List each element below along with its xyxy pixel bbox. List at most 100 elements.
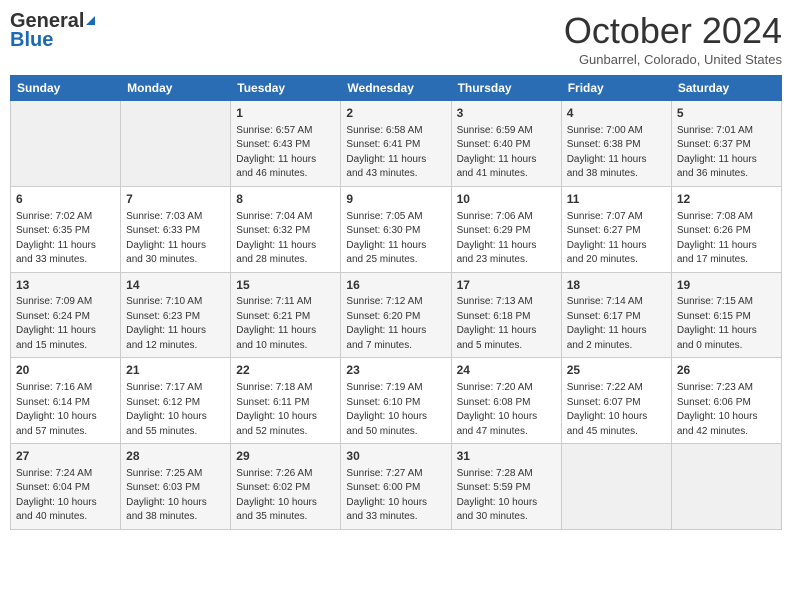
calendar-cell: 3Sunrise: 6:59 AM Sunset: 6:40 PM Daylig… xyxy=(451,101,561,187)
calendar-cell: 8 Sunrise: 7:04 AM Sunset: 6:32 PM Daylig… xyxy=(231,186,341,272)
calendar-week-5: 27Sunrise: 7:24 AM Sunset: 6:04 PM Dayli… xyxy=(11,444,782,530)
day-content: Sunrise: 7:14 AM Sunset: 6:17 PM Dayligh… xyxy=(567,295,666,353)
day-number: 10 xyxy=(457,191,556,208)
day-content: Sunrise: 7:12 AM Sunset: 6:20 PM Dayligh… xyxy=(346,295,445,353)
calendar-cell: 24Sunrise: 7:20 AM Sunset: 6:08 PM Dayli… xyxy=(451,358,561,444)
day-content: Sunrise: 7:01 AM Sunset: 6:37 PM Dayligh… xyxy=(677,124,776,182)
month-title: October 2024 xyxy=(564,10,782,52)
day-number: 30 xyxy=(346,448,445,465)
day-number: 11 xyxy=(567,191,666,208)
header-day-saturday: Saturday xyxy=(671,76,781,101)
calendar-cell: 17Sunrise: 7:13 AM Sunset: 6:18 PM Dayli… xyxy=(451,272,561,358)
header-day-friday: Friday xyxy=(561,76,671,101)
calendar-week-4: 20 Sunrise: 7:16 AM Sunset: 6:14 PM Dayli… xyxy=(11,358,782,444)
calendar-cell: 13Sunrise: 7:09 AM Sunset: 6:24 PM Dayli… xyxy=(11,272,121,358)
day-content: Sunrise: 7:06 AM Sunset: 6:29 PM Dayligh… xyxy=(457,210,556,268)
day-number: 17 xyxy=(457,277,556,294)
header-day-monday: Monday xyxy=(121,76,231,101)
day-number: 14 xyxy=(126,277,225,294)
day-content: Sunrise: 7:05 AM Sunset: 6:30 PM Dayligh… xyxy=(346,210,445,268)
day-content: Sunrise: 7:18 AM Sunset: 6:11 PM Dayligh… xyxy=(236,381,335,439)
day-content: Sunrise: 7:09 AM Sunset: 6:24 PM Dayligh… xyxy=(16,295,115,353)
calendar-cell: 4 Sunrise: 7:00 AM Sunset: 6:38 PM Daylig… xyxy=(561,101,671,187)
logo-blue-text: Blue xyxy=(10,29,53,52)
calendar-cell: 14Sunrise: 7:10 AM Sunset: 6:23 PM Dayli… xyxy=(121,272,231,358)
calendar-cell: 7 Sunrise: 7:03 AM Sunset: 6:33 PM Daylig… xyxy=(121,186,231,272)
day-number: 24 xyxy=(457,362,556,379)
day-content: Sunrise: 7:19 AM Sunset: 6:10 PM Dayligh… xyxy=(346,381,445,439)
day-number: 3 xyxy=(457,105,556,122)
calendar-cell: 31Sunrise: 7:28 AM Sunset: 5:59 PM Dayli… xyxy=(451,444,561,530)
title-block: October 2024 Gunbarrel, Colorado, United… xyxy=(564,10,782,67)
day-content: Sunrise: 7:27 AM Sunset: 6:00 PM Dayligh… xyxy=(346,467,445,525)
day-content: Sunrise: 7:02 AM Sunset: 6:35 PM Dayligh… xyxy=(16,210,115,268)
calendar-cell xyxy=(121,101,231,187)
day-number: 20 xyxy=(16,362,115,379)
day-number: 22 xyxy=(236,362,335,379)
calendar-cell: 10 Sunrise: 7:06 AM Sunset: 6:29 PM Dayli… xyxy=(451,186,561,272)
calendar-cell: 29 Sunrise: 7:26 AM Sunset: 6:02 PM Dayli… xyxy=(231,444,341,530)
calendar-cell: 5Sunrise: 7:01 AM Sunset: 6:37 PM Daylig… xyxy=(671,101,781,187)
calendar-cell: 12Sunrise: 7:08 AM Sunset: 6:26 PM Dayli… xyxy=(671,186,781,272)
day-content: Sunrise: 7:08 AM Sunset: 6:26 PM Dayligh… xyxy=(677,210,776,268)
header-day-sunday: Sunday xyxy=(11,76,121,101)
day-content: Sunrise: 7:22 AM Sunset: 6:07 PM Dayligh… xyxy=(567,381,666,439)
day-number: 29 xyxy=(236,448,335,465)
day-content: Sunrise: 7:26 AM Sunset: 6:02 PM Dayligh… xyxy=(236,467,335,525)
calendar-cell: 20 Sunrise: 7:16 AM Sunset: 6:14 PM Dayli… xyxy=(11,358,121,444)
day-content: Sunrise: 7:13 AM Sunset: 6:18 PM Dayligh… xyxy=(457,295,556,353)
day-content: Sunrise: 7:00 AM Sunset: 6:38 PM Dayligh… xyxy=(567,124,666,182)
day-number: 4 xyxy=(567,105,666,122)
page-header: General Blue October 2024 Gunbarrel, Col… xyxy=(10,10,782,67)
logo-arrow-icon xyxy=(86,16,95,25)
calendar-table: SundayMondayTuesdayWednesdayThursdayFrid… xyxy=(10,75,782,530)
calendar-cell: 16Sunrise: 7:12 AM Sunset: 6:20 PM Dayli… xyxy=(341,272,451,358)
day-content: Sunrise: 7:28 AM Sunset: 5:59 PM Dayligh… xyxy=(457,467,556,525)
calendar-cell: 27Sunrise: 7:24 AM Sunset: 6:04 PM Dayli… xyxy=(11,444,121,530)
calendar-week-1: 1Sunrise: 6:57 AM Sunset: 6:43 PM Daylig… xyxy=(11,101,782,187)
calendar-cell: 9 Sunrise: 7:05 AM Sunset: 6:30 PM Daylig… xyxy=(341,186,451,272)
day-number: 25 xyxy=(567,362,666,379)
calendar-cell: 2Sunrise: 6:58 AM Sunset: 6:41 PM Daylig… xyxy=(341,101,451,187)
calendar-week-2: 6 Sunrise: 7:02 AM Sunset: 6:35 PM Daylig… xyxy=(11,186,782,272)
day-content: Sunrise: 6:58 AM Sunset: 6:41 PM Dayligh… xyxy=(346,124,445,182)
day-number: 6 xyxy=(16,191,115,208)
day-content: Sunrise: 7:25 AM Sunset: 6:03 PM Dayligh… xyxy=(126,467,225,525)
calendar-cell: 26 Sunrise: 7:23 AM Sunset: 6:06 PM Dayli… xyxy=(671,358,781,444)
calendar-cell: 1Sunrise: 6:57 AM Sunset: 6:43 PM Daylig… xyxy=(231,101,341,187)
calendar-cell: 22 Sunrise: 7:18 AM Sunset: 6:11 PM Dayli… xyxy=(231,358,341,444)
calendar-cell: 6 Sunrise: 7:02 AM Sunset: 6:35 PM Daylig… xyxy=(11,186,121,272)
calendar-header-row: SundayMondayTuesdayWednesdayThursdayFrid… xyxy=(11,76,782,101)
calendar-cell xyxy=(11,101,121,187)
day-number: 7 xyxy=(126,191,225,208)
calendar-cell: 18Sunrise: 7:14 AM Sunset: 6:17 PM Dayli… xyxy=(561,272,671,358)
day-content: Sunrise: 7:23 AM Sunset: 6:06 PM Dayligh… xyxy=(677,381,776,439)
day-number: 18 xyxy=(567,277,666,294)
calendar-cell: 23Sunrise: 7:19 AM Sunset: 6:10 PM Dayli… xyxy=(341,358,451,444)
day-number: 21 xyxy=(126,362,225,379)
calendar-cell: 15Sunrise: 7:11 AM Sunset: 6:21 PM Dayli… xyxy=(231,272,341,358)
calendar-cell: 21 Sunrise: 7:17 AM Sunset: 6:12 PM Dayli… xyxy=(121,358,231,444)
day-number: 16 xyxy=(346,277,445,294)
location-text: Gunbarrel, Colorado, United States xyxy=(564,52,782,67)
day-number: 9 xyxy=(346,191,445,208)
calendar-cell: 25 Sunrise: 7:22 AM Sunset: 6:07 PM Dayli… xyxy=(561,358,671,444)
header-day-tuesday: Tuesday xyxy=(231,76,341,101)
calendar-cell: 19Sunrise: 7:15 AM Sunset: 6:15 PM Dayli… xyxy=(671,272,781,358)
day-content: Sunrise: 7:17 AM Sunset: 6:12 PM Dayligh… xyxy=(126,381,225,439)
day-number: 26 xyxy=(677,362,776,379)
day-number: 15 xyxy=(236,277,335,294)
day-content: Sunrise: 7:03 AM Sunset: 6:33 PM Dayligh… xyxy=(126,210,225,268)
header-day-thursday: Thursday xyxy=(451,76,561,101)
calendar-cell: 30 Sunrise: 7:27 AM Sunset: 6:00 PM Dayli… xyxy=(341,444,451,530)
calendar-cell: 28Sunrise: 7:25 AM Sunset: 6:03 PM Dayli… xyxy=(121,444,231,530)
header-day-wednesday: Wednesday xyxy=(341,76,451,101)
day-number: 27 xyxy=(16,448,115,465)
calendar-cell: 11Sunrise: 7:07 AM Sunset: 6:27 PM Dayli… xyxy=(561,186,671,272)
day-number: 8 xyxy=(236,191,335,208)
calendar-body: 1Sunrise: 6:57 AM Sunset: 6:43 PM Daylig… xyxy=(11,101,782,530)
day-content: Sunrise: 7:16 AM Sunset: 6:14 PM Dayligh… xyxy=(16,381,115,439)
calendar-cell xyxy=(671,444,781,530)
day-content: Sunrise: 7:04 AM Sunset: 6:32 PM Dayligh… xyxy=(236,210,335,268)
day-content: Sunrise: 7:11 AM Sunset: 6:21 PM Dayligh… xyxy=(236,295,335,353)
